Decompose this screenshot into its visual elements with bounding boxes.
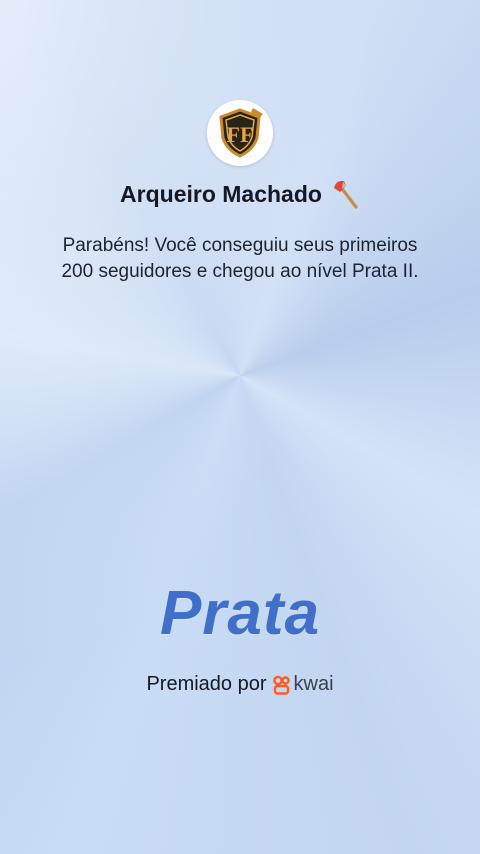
shield-emblem-icon: FF [219, 108, 263, 158]
kwai-brand: kwai [272, 673, 334, 696]
tier-title: Prata [159, 579, 321, 648]
profile-name: Arqueiro Machado [120, 180, 322, 207]
kwai-logo-icon [272, 675, 290, 695]
awarded-by-label: Premiado por [146, 673, 267, 695]
awarded-by-footer: Premiado por kwai [0, 673, 480, 696]
avatar: FF [207, 100, 273, 166]
kwai-brand-name: kwai [293, 673, 334, 695]
profile-name-row: Arqueiro Machado [0, 178, 480, 210]
svg-text:FF: FF [227, 122, 254, 147]
axe-icon [333, 180, 358, 209]
congratulations-message: Parabéns! Você conseguiu seus primeiros … [61, 235, 419, 282]
